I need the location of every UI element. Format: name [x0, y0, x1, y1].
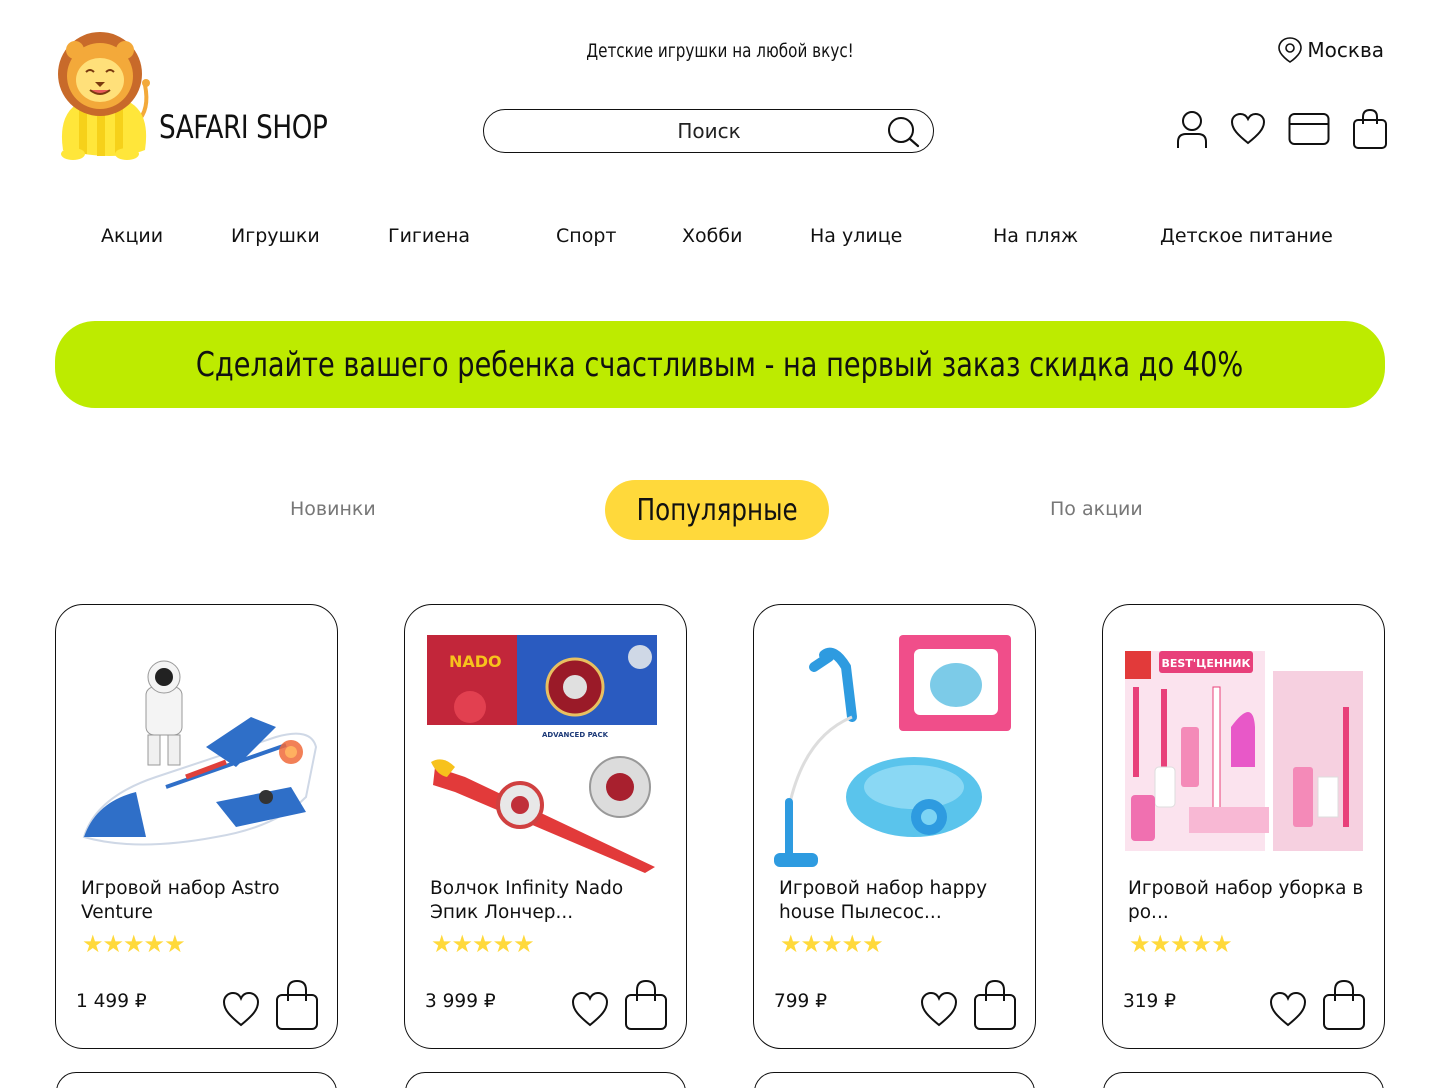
product-price: 319 ₽ [1123, 991, 1176, 1012]
heart-icon[interactable] [571, 991, 609, 1029]
tab-popular-label: Популярные [636, 492, 798, 528]
promo-banner[interactable]: Сделайте вашего ребенка счастливым - на … [55, 321, 1385, 408]
product-card[interactable]: BEST'ЦЕННИК Игровой набор уборка в ро...… [1102, 604, 1385, 1049]
product-image-vacuum-cleaner[interactable] [774, 627, 1016, 873]
user-icon[interactable] [1176, 109, 1208, 149]
heart-icon[interactable] [1230, 112, 1266, 146]
product-title[interactable]: Игровой набор happy house Пылесос... [779, 877, 1019, 925]
shopping-bag-icon[interactable] [1321, 979, 1367, 1031]
search-icon[interactable] [885, 115, 921, 149]
location-pin-icon [1278, 37, 1303, 63]
product-card-partial[interactable] [754, 1072, 1035, 1088]
city-name: Москва [1307, 38, 1384, 62]
brand-name: SAFARI SHOP [159, 108, 328, 146]
nav-item-sales[interactable]: Акции [101, 225, 163, 247]
shopping-bag-icon[interactable] [274, 979, 320, 1031]
shopping-bag-icon[interactable] [972, 979, 1018, 1031]
card-icon[interactable] [1288, 111, 1330, 147]
product-title[interactable]: Игровой набор Astro Venture [81, 877, 321, 925]
product-price: 1 499 ₽ [76, 991, 147, 1012]
rating-stars: ★★★★★ [431, 931, 535, 958]
lion-logo-icon [58, 32, 150, 160]
shopping-bag-icon[interactable] [623, 979, 669, 1031]
product-title[interactable]: Игровой набор уборка в ро... [1128, 877, 1368, 925]
product-card-partial[interactable] [1103, 1072, 1384, 1088]
nav-item-hobby[interactable]: Хобби [682, 225, 742, 247]
product-card[interactable]: NADO ADVANCED PACK Волчок Infinity Nado … [404, 604, 687, 1049]
search-bar [483, 109, 934, 153]
nav-item-hygiene[interactable]: Гигиена [388, 225, 470, 247]
nav-item-beach[interactable]: На пляж [993, 225, 1078, 247]
product-price: 3 999 ₽ [425, 991, 496, 1012]
product-price: 799 ₽ [774, 991, 827, 1012]
product-card-partial[interactable] [56, 1072, 337, 1088]
category-nav: Акции Игрушки Гигиена Спорт Хобби На ули… [0, 225, 1440, 255]
tab-new[interactable]: Новинки [290, 498, 376, 520]
tab-sale[interactable]: По акции [1050, 498, 1143, 520]
product-card[interactable]: Игровой набор happy house Пылесос... ★★★… [753, 604, 1036, 1049]
rating-stars: ★★★★★ [82, 931, 186, 958]
nav-item-outdoor[interactable]: На улице [810, 225, 902, 247]
nado-label: NADO [449, 652, 502, 671]
search-input[interactable] [504, 118, 914, 144]
product-card[interactable]: Игровой набор Astro Venture ★★★★★ 1 499 … [55, 604, 338, 1049]
rating-stars: ★★★★★ [1129, 931, 1233, 958]
heart-icon[interactable] [1269, 991, 1307, 1029]
nav-item-baby-food[interactable]: Детское питание [1160, 225, 1333, 247]
advanced-pack-label: ADVANCED PACK [542, 731, 609, 739]
product-title[interactable]: Волчок Infinity Nado Эпик Лончер... [430, 877, 670, 925]
nav-item-sport[interactable]: Спорт [556, 225, 616, 247]
shopping-bag-icon[interactable] [1352, 108, 1388, 150]
city-selector[interactable]: Москва [1277, 36, 1384, 64]
rating-stars: ★★★★★ [780, 931, 884, 958]
product-image-spinning-top[interactable]: NADO ADVANCED PACK [425, 627, 667, 873]
product-image-cleaning-set[interactable]: BEST'ЦЕННИК [1123, 627, 1365, 873]
tab-popular[interactable]: Популярные [605, 480, 829, 540]
heart-icon[interactable] [222, 991, 260, 1029]
nav-item-toys[interactable]: Игрушки [231, 225, 320, 247]
header-actions [1176, 108, 1388, 150]
product-image-space-shuttle[interactable] [76, 627, 318, 873]
tagline: Детские игрушки на любой вкус! [586, 40, 854, 62]
heart-icon[interactable] [920, 991, 958, 1029]
product-card-partial[interactable] [405, 1072, 686, 1088]
promo-text: Сделайте вашего ребенка счастливым - на … [196, 344, 1244, 385]
best-price-label: BEST'ЦЕННИК [1161, 657, 1250, 670]
